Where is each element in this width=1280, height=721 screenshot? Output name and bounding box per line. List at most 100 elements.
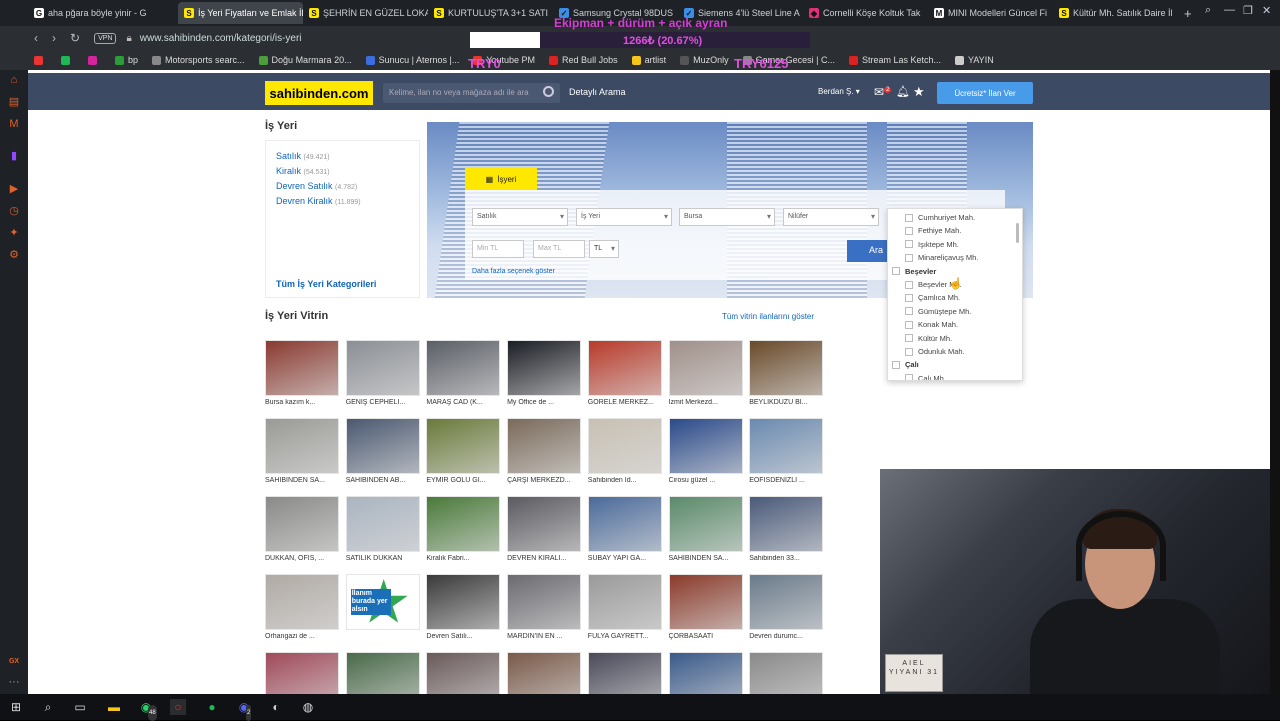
- checkbox[interactable]: [892, 267, 900, 276]
- all-categories-link[interactable]: Tüm İş Yeri Kategorileri: [276, 279, 376, 289]
- dropdown-option-row[interactable]: Çamlıca Mh.: [905, 293, 960, 302]
- showcase-card[interactable]: İlanım burada yer alsın: [345, 574, 420, 644]
- dropdown-option-row[interactable]: Kültür Mh.: [905, 334, 952, 343]
- showcase-card[interactable]: [507, 652, 582, 694]
- bookmark-item[interactable]: Sunucu | Aternos |...: [365, 55, 459, 65]
- showcase-card[interactable]: DEVREN KİRALI...: [507, 496, 582, 566]
- more-options-link[interactable]: Daha fazla seçenek göster: [472, 268, 555, 275]
- listing-thumbnail[interactable]: [668, 340, 743, 396]
- bell-icon[interactable]: 🔔︎: [896, 85, 910, 98]
- listing-caption[interactable]: My Office de ...: [507, 399, 587, 406]
- showcase-card[interactable]: EOFİSDENİZLİ ...: [749, 418, 824, 488]
- listing-caption[interactable]: Orhangazi de ...: [265, 633, 345, 640]
- forward-icon[interactable]: ›: [52, 31, 56, 45]
- showcase-card[interactable]: Devren Satılı...: [426, 574, 501, 644]
- showcase-card[interactable]: [668, 652, 743, 694]
- listing-thumbnail[interactable]: [668, 418, 743, 474]
- listing-caption[interactable]: GÖRELE MERKEZ...: [588, 399, 668, 406]
- listing-caption[interactable]: EYMİR GÖLÜ Gİ...: [426, 477, 506, 484]
- page-scrollbar[interactable]: [1270, 70, 1280, 694]
- category-link[interactable]: Devren Satılık (4.782): [276, 181, 357, 191]
- showcase-card[interactable]: GENİŞ CEPHELİ...: [345, 340, 420, 410]
- bookmark-item[interactable]: Motorsports searc...: [152, 55, 245, 65]
- min-price-input[interactable]: Min TL: [472, 240, 524, 258]
- back-icon[interactable]: ‹: [34, 31, 38, 45]
- listing-caption[interactable]: SAHİBİNDEN SA...: [265, 477, 345, 484]
- showcase-card[interactable]: MARDİN'İN EN ...: [507, 574, 582, 644]
- tab-isyeri[interactable]: ▦ İşyeri: [465, 168, 537, 190]
- max-price-input[interactable]: Max TL: [533, 240, 585, 258]
- city-select[interactable]: Bursa: [679, 208, 775, 226]
- player-icon[interactable]: ▶: [8, 183, 20, 195]
- currency-select[interactable]: TL: [589, 240, 619, 258]
- district-select[interactable]: Nilüfer: [783, 208, 879, 226]
- showcase-card[interactable]: İzmit Merkezd...: [668, 340, 743, 410]
- checkbox[interactable]: [905, 334, 913, 343]
- spotify-icon[interactable]: ●: [204, 699, 220, 715]
- browser-tab[interactable]: S İş Yeri Fiyatları ve Emlak İl: [178, 2, 303, 24]
- showcase-card[interactable]: Bursa kazım k...: [265, 340, 339, 410]
- listing-thumbnail[interactable]: [265, 652, 339, 694]
- listing-thumbnail[interactable]: [749, 574, 824, 630]
- checkbox[interactable]: [905, 307, 913, 316]
- listing-caption[interactable]: Devren durumc...: [749, 633, 829, 640]
- showcase-card[interactable]: Cirosu güzel ...: [668, 418, 743, 488]
- dropdown-option-row[interactable]: Işıktepe Mh.: [905, 240, 959, 249]
- showcase-card[interactable]: SAHİBİNDEN SA...: [265, 418, 339, 488]
- user-menu[interactable]: Berdan Ş. ▾: [818, 87, 860, 96]
- listing-caption[interactable]: Cirosu güzel ...: [669, 477, 749, 484]
- listing-caption[interactable]: Bursa kazım k...: [265, 399, 345, 406]
- listing-thumbnail[interactable]: [587, 496, 662, 552]
- listing-thumbnail[interactable]: [265, 340, 339, 396]
- twitch-icon[interactable]: ▮: [8, 150, 20, 162]
- checkbox[interactable]: [905, 347, 913, 356]
- listing-thumbnail[interactable]: [587, 418, 662, 474]
- listing-thumbnail[interactable]: [749, 340, 824, 396]
- shopping-icon[interactable]: ⌂: [8, 74, 20, 86]
- category-select[interactable]: İş Yeri: [576, 208, 672, 226]
- dropdown-option-row[interactable]: Minareliçavuş Mh.: [905, 253, 978, 262]
- showcase-card[interactable]: Kiralık Fabri...: [426, 496, 501, 566]
- showcase-card[interactable]: SUBAY YAPI GA...: [587, 496, 662, 566]
- listing-thumbnail[interactable]: [345, 418, 420, 474]
- listing-thumbnail[interactable]: [426, 574, 501, 630]
- listing-thumbnail[interactable]: [426, 340, 501, 396]
- listing-caption[interactable]: ÇARŞI MERKEZD...: [507, 477, 587, 484]
- checkbox[interactable]: [905, 226, 913, 235]
- showcase-card[interactable]: [345, 652, 420, 694]
- neighborhood-dropdown[interactable]: Cumhuriyet Mah. Fethiye Mah. Işıktepe Mh. M…: [887, 208, 1023, 381]
- listing-thumbnail[interactable]: [345, 496, 420, 552]
- steam-icon[interactable]: ◍: [300, 699, 316, 715]
- checkbox[interactable]: [905, 280, 913, 289]
- listing-thumbnail[interactable]: [507, 574, 582, 630]
- more-dots-icon[interactable]: ···: [8, 676, 20, 688]
- checkbox[interactable]: [905, 213, 913, 222]
- discord-icon[interactable]: ◉ 2: [236, 699, 252, 721]
- listing-thumbnail[interactable]: [507, 652, 582, 694]
- search-icon[interactable]: [543, 86, 554, 97]
- listing-thumbnail[interactable]: [265, 418, 339, 474]
- showcase-card[interactable]: DÜKKAN, OFİS, ...: [265, 496, 339, 566]
- category-link[interactable]: Satılık (49.421): [276, 151, 330, 161]
- listing-thumbnail[interactable]: [345, 340, 420, 396]
- showcase-card[interactable]: [587, 652, 662, 694]
- news-icon[interactable]: ▤: [8, 96, 20, 108]
- listing-thumbnail[interactable]: [587, 340, 662, 396]
- messenger-icon[interactable]: M: [8, 118, 20, 130]
- history-icon[interactable]: ◷: [8, 205, 20, 217]
- favorites-star-icon[interactable]: ★: [913, 84, 925, 100]
- gx-icon[interactable]: GX: [8, 656, 20, 668]
- showcase-card[interactable]: ÇORBASAATİ: [668, 574, 743, 644]
- dropdown-option-row[interactable]: Cumhuriyet Mah.: [905, 213, 975, 222]
- listing-thumbnail[interactable]: [426, 496, 501, 552]
- bookmark-item[interactable]: Doğu Marmara 20...: [258, 55, 352, 65]
- whatsapp-icon[interactable]: ◉ 48: [138, 699, 157, 721]
- dropdown-scrollbar[interactable]: [1016, 223, 1019, 243]
- settings-gear-icon[interactable]: ⚙: [8, 249, 20, 261]
- showcase-card[interactable]: Sahibinden İd...: [587, 418, 662, 488]
- minimize-icon[interactable]: —: [1224, 4, 1235, 16]
- listing-caption[interactable]: BEYLİKDÜZÜ Bİ...: [749, 399, 829, 406]
- search-tabs-icon[interactable]: ⌕: [1205, 4, 1211, 17]
- bookmark-item[interactable]: YAYIN: [955, 55, 994, 65]
- showcase-card[interactable]: Orhangazi de ...: [265, 574, 339, 644]
